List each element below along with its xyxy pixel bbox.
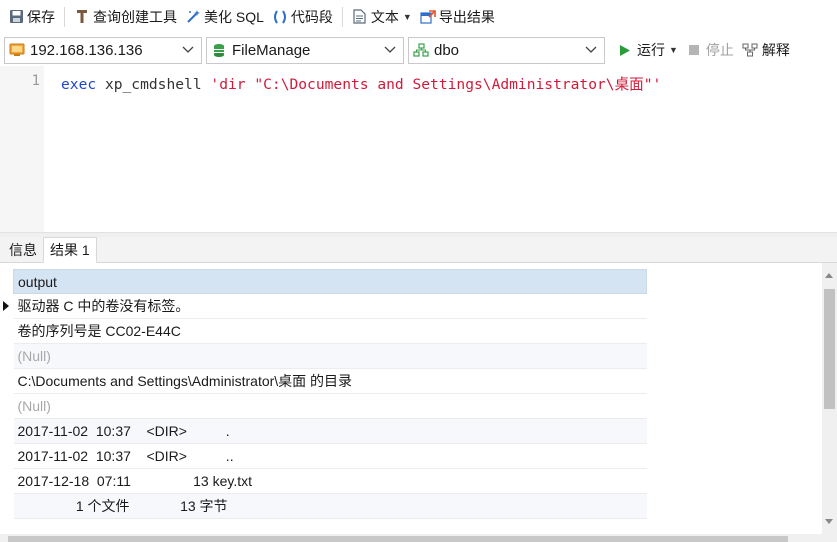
chevron-down-icon	[584, 43, 598, 57]
beautify-sql-label: 美化 SQL	[204, 8, 264, 25]
sql-editor[interactable]: 1 exec xp_cmdshell 'dir "C:\Documents an…	[0, 66, 837, 232]
grid-cell[interactable]: 2017-11-02 10:37 <DIR> .	[13, 418, 647, 444]
line-number: 1	[31, 73, 40, 89]
query-builder-label: 查询创建工具	[93, 8, 177, 25]
save-button[interactable]: 保存	[4, 4, 59, 30]
run-button[interactable]: 运行 ▼	[613, 37, 682, 63]
table-row[interactable]: 1 个文件 13 字节	[13, 493, 647, 519]
export-icon	[420, 9, 436, 25]
scrollbar-thumb[interactable]	[824, 289, 835, 409]
scrollbar-thumb[interactable]	[8, 536, 788, 542]
table-row[interactable]: 驱动器 C 中的卷没有标签。	[13, 293, 647, 319]
table-row[interactable]: (Null)	[13, 343, 647, 369]
table-row[interactable]: 2017-11-02 10:37 <DIR> ..	[13, 443, 647, 469]
tab-info[interactable]: 信息	[3, 238, 43, 262]
result-tabs: 信息 结果 1	[0, 237, 837, 263]
stop-button[interactable]: 停止	[682, 37, 738, 63]
tab-result-1-label: 结果 1	[50, 242, 90, 258]
document-icon	[352, 9, 368, 25]
database-icon	[211, 42, 227, 58]
schema-select[interactable]: dbo	[408, 36, 605, 64]
tab-result-1[interactable]: 结果 1	[43, 237, 97, 263]
database-select[interactable]: FileManage	[206, 36, 404, 64]
table-row[interactable]: 卷的序列号是 CC02-E44C	[13, 318, 647, 344]
toolbar-divider	[341, 6, 343, 27]
grid-cell[interactable]: 驱动器 C 中的卷没有标签。	[13, 293, 647, 319]
results-grid-area: output 驱动器 C 中的卷没有标签。 卷的序列号是 CC02-E44C (…	[0, 263, 822, 534]
grid-cell[interactable]: 2017-11-02 10:37 <DIR> ..	[13, 443, 647, 469]
chevron-down-icon	[383, 43, 397, 57]
database-value: FileManage	[232, 41, 311, 59]
grid-cell[interactable]: 卷的序列号是 CC02-E44C	[13, 318, 647, 344]
server-select[interactable]: 192.168.136.136	[4, 36, 202, 64]
chevron-down-icon	[181, 43, 195, 57]
schema-value: dbo	[434, 41, 460, 59]
snippet-button[interactable]: 代码段	[268, 4, 337, 30]
column-header-output[interactable]: output	[13, 269, 647, 294]
table-row[interactable]: 2017-11-02 10:37 <DIR> .	[13, 418, 647, 444]
table-row[interactable]: 2017-12-18 07:11 13 key.txt	[13, 468, 647, 494]
export-results-button[interactable]: 导出结果	[416, 4, 499, 30]
sql-string-literal: 'dir "C:\Documents and Settings\Administ…	[210, 76, 662, 93]
explain-icon	[742, 42, 758, 58]
horizontal-scrollbar[interactable]	[0, 534, 822, 542]
snippet-label: 代码段	[290, 8, 333, 25]
explain-button[interactable]: 解释	[738, 37, 794, 63]
save-label: 保存	[27, 8, 55, 25]
text-mode-label: 文本	[370, 8, 399, 25]
stop-label: 停止	[705, 42, 734, 58]
toolbar-divider	[64, 6, 65, 27]
vertical-scrollbar[interactable]	[822, 263, 837, 534]
line-number-gutter: 1	[0, 66, 44, 232]
dropdown-caret-icon[interactable]: ▼	[669, 45, 678, 55]
scrollbar-corner	[822, 534, 837, 542]
play-icon	[617, 42, 633, 58]
grid-cell[interactable]: 1 个文件 13 字节	[13, 493, 647, 519]
magic-wand-icon	[185, 9, 201, 25]
server-value: 192.168.136.136	[30, 41, 143, 59]
grid-cell[interactable]: 2017-12-18 07:11 13 key.txt	[13, 468, 647, 494]
schema-icon	[413, 42, 429, 58]
beautify-sql-button[interactable]: 美化 SQL	[181, 4, 268, 30]
grid-cell-null[interactable]: (Null)	[13, 343, 647, 369]
parentheses-icon	[272, 9, 288, 25]
grid-cell[interactable]: C:\Documents and Settings\Administrator\…	[13, 368, 647, 394]
table-row[interactable]: (Null)	[13, 393, 647, 419]
dropdown-caret-icon[interactable]: ▼	[403, 12, 412, 22]
query-builder-button[interactable]: 查询创建工具	[70, 4, 181, 30]
export-results-label: 导出结果	[438, 8, 495, 25]
main-toolbar: 保存 查询创建工具 美化 SQL 代码段 文本 ▼ 导出结果	[0, 0, 837, 33]
grid-cell-null[interactable]: (Null)	[13, 393, 647, 419]
save-icon	[8, 9, 24, 25]
sql-code-line[interactable]: exec xp_cmdshell 'dir "C:\Documents and …	[61, 73, 661, 94]
query-builder-icon	[74, 9, 90, 25]
stop-icon	[686, 42, 702, 58]
connection-bar: 192.168.136.136 FileManage dbo 运行 ▼ 停止 解…	[0, 34, 837, 66]
results-grid: output 驱动器 C 中的卷没有标签。 卷的序列号是 CC02-E44C (…	[13, 269, 647, 519]
text-mode-button[interactable]: 文本 ▼	[348, 4, 416, 30]
scroll-down-icon[interactable]	[825, 519, 833, 524]
run-label: 运行	[637, 42, 665, 58]
current-row-indicator-icon	[3, 301, 9, 311]
sql-identifier: xp_cmdshell	[104, 76, 202, 93]
table-row[interactable]: C:\Documents and Settings\Administrator\…	[13, 368, 647, 394]
server-connection-icon	[9, 42, 25, 58]
tab-info-label: 信息	[9, 242, 37, 258]
explain-label: 解释	[761, 42, 790, 58]
sql-keyword: exec	[61, 76, 97, 93]
scroll-up-icon[interactable]	[825, 273, 833, 278]
